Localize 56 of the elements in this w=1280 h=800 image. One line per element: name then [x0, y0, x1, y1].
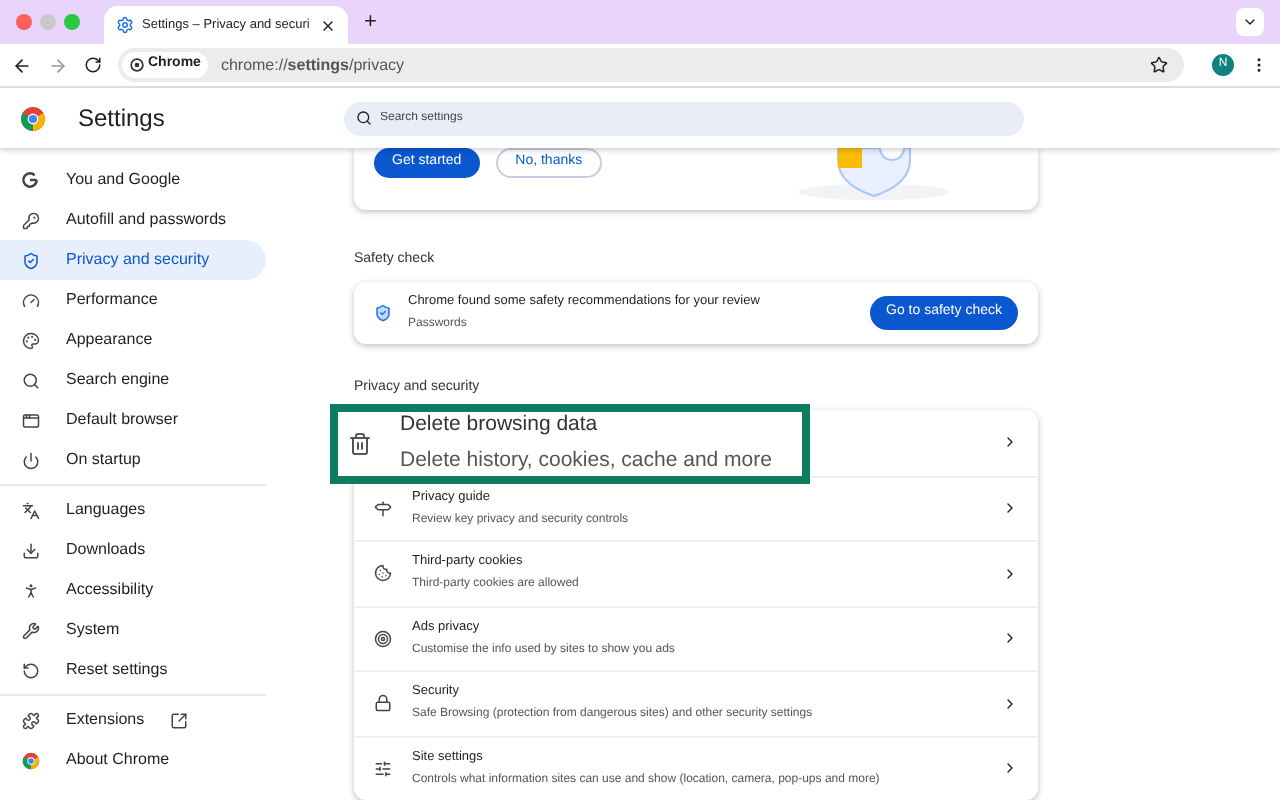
chevron-right-icon: [1002, 695, 1018, 712]
window-icon: [21, 411, 39, 429]
reload-icon[interactable]: [84, 56, 102, 74]
chrome-logo-icon: [20, 105, 46, 131]
person-icon: [21, 581, 39, 599]
sidebar-item[interactable]: Accessibility: [0, 570, 266, 610]
search-icon: [21, 371, 39, 389]
gauge-icon: [21, 291, 39, 309]
tab-menu-button[interactable]: [1236, 8, 1264, 36]
sidebar-item[interactable]: Search engine: [0, 360, 266, 400]
languages-icon: [21, 501, 39, 519]
wrench-icon: [21, 621, 39, 639]
sidebar-item[interactable]: Languages: [0, 490, 266, 530]
highlight-callout[interactable]: Delete browsing data Delete history, cookies, cache and more: [330, 404, 810, 484]
row-subtitle: Delete history, cookies, cache and more: [400, 446, 772, 476]
close-icon[interactable]: [320, 17, 336, 33]
search-icon: [356, 110, 372, 126]
palette-icon: [21, 331, 39, 349]
sidebar-item[interactable]: Appearance: [0, 320, 266, 360]
external-link-icon[interactable]: [170, 711, 189, 729]
sidebar-item[interactable]: Privacy and security: [0, 240, 266, 280]
g-logo-icon: [20, 170, 40, 190]
sidebar-item[interactable]: Reset settings: [0, 650, 266, 690]
download-icon: [21, 541, 39, 559]
sidebar-item[interactable]: Default browser: [0, 400, 266, 440]
shield-icon: [21, 251, 39, 269]
sidebar-item[interactable]: You and Google: [0, 160, 266, 200]
chrome-chip-icon: [130, 58, 144, 72]
new-tab-button[interactable]: +: [364, 11, 377, 33]
bookmark-star-icon[interactable]: [1150, 56, 1168, 74]
puzzle-icon: [21, 711, 39, 729]
sidebar-item[interactable]: Downloads: [0, 530, 266, 570]
forward-icon[interactable]: [48, 55, 68, 75]
settings-icon: [116, 16, 134, 34]
chevron-right-icon: [1002, 434, 1018, 451]
chevron-down-icon: [1242, 14, 1258, 30]
chevron-right-icon: [1002, 760, 1018, 777]
sidebar-item[interactable]: Extensions: [0, 700, 266, 740]
power-icon: [21, 451, 39, 469]
sidebar-item[interactable]: About Chrome: [0, 740, 266, 780]
sidebar-item[interactable]: Autofill and passwords: [0, 200, 266, 240]
shield-icon: [374, 303, 392, 322]
sidebar-item[interactable]: Performance: [0, 280, 266, 320]
reset-icon: [21, 661, 39, 679]
chrome-badge-icon: [21, 751, 39, 769]
back-icon[interactable]: [12, 55, 32, 75]
chevron-right-icon: [1002, 500, 1018, 517]
chevron-right-icon: [1002, 630, 1018, 647]
page-title: Settings: [78, 102, 165, 136]
sidebar-item[interactable]: On startup: [0, 440, 266, 480]
sidebar-item[interactable]: System: [0, 610, 266, 650]
chevron-right-icon: [1002, 565, 1018, 582]
row-title: Delete browsing data: [400, 410, 600, 441]
url-text: chrome://settings/privacy: [220, 53, 407, 77]
trash-icon: [348, 432, 372, 456]
key-icon: [21, 211, 39, 229]
